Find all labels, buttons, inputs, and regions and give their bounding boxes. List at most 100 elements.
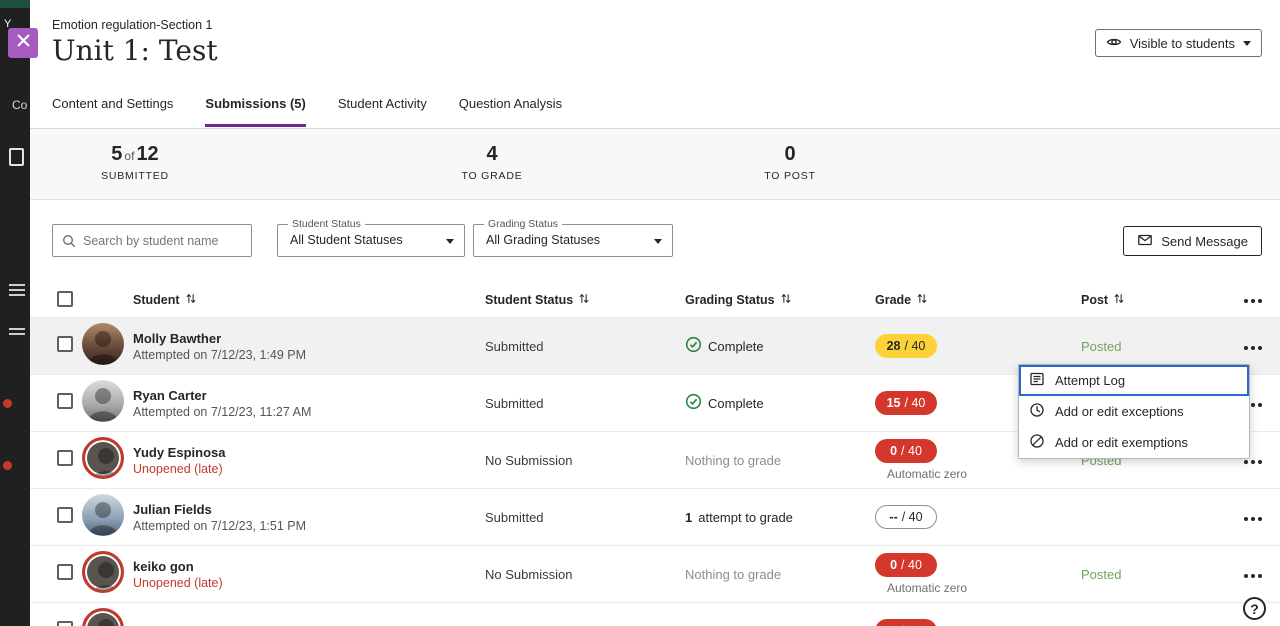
sort-grade[interactable]: Grade — [875, 292, 1075, 308]
student-avatar — [82, 551, 124, 593]
table-row: keiko gonUnopened (late)No SubmissionNot… — [30, 545, 1280, 602]
table-overflow-button[interactable] — [1240, 293, 1266, 309]
tab-content-and-settings[interactable]: Content and Settings — [52, 96, 173, 127]
attempt-info: Attempted on 7/12/23, 11:27 AM — [133, 405, 485, 419]
prohibit-icon — [1029, 433, 1045, 452]
visibility-label: Visible to students — [1130, 36, 1235, 51]
grade-note: Automatic zero — [887, 581, 967, 595]
post-status[interactable]: Posted — [1075, 339, 1230, 354]
sort-student-status[interactable]: Student Status — [485, 292, 685, 308]
student-name[interactable]: Julian Fields — [133, 502, 485, 517]
column-grading-status: Grading Status — [685, 293, 775, 307]
to-grade-label: TO GRADE — [447, 170, 537, 182]
row-checkbox[interactable] — [57, 564, 73, 580]
attempt-info: Unopened (late) — [133, 576, 485, 590]
student-status: No Submission — [485, 567, 685, 582]
student-status-filter[interactable]: Student Status All Student Statuses — [277, 224, 465, 257]
to-post-count: 0 — [784, 143, 795, 165]
assessment-panel: Emotion regulation-Section 1 Unit 1: Tes… — [30, 0, 1280, 626]
student-status: Submitted — [485, 396, 685, 411]
student-name[interactable]: Yudy Espinosa — [133, 445, 485, 460]
attempt-info: Unopened (late) — [133, 462, 485, 476]
close-panel-button[interactable] — [8, 28, 38, 58]
send-message-label: Send Message — [1161, 234, 1248, 249]
student-search — [52, 224, 252, 257]
grade-pill[interactable]: 0/ 40 — [875, 619, 937, 626]
tab-submissions[interactable]: Submissions (5) — [205, 96, 305, 127]
row-overflow-button[interactable] — [1240, 511, 1266, 527]
to-post-label: TO POST — [745, 170, 835, 182]
grading-status: Complete — [685, 393, 875, 413]
envelope-icon — [1137, 232, 1153, 251]
menu-item-exemptions[interactable]: Add or edit exemptions — [1019, 427, 1249, 458]
sort-icon — [578, 292, 590, 308]
row-checkbox[interactable] — [57, 393, 73, 409]
submitted-total: 12 — [136, 143, 158, 165]
grade-note: Automatic zero — [887, 467, 967, 481]
rail-top-fragment — [0, 0, 30, 8]
tab-student-activity[interactable]: Student Activity — [338, 96, 427, 127]
help-button[interactable]: ? — [1243, 597, 1266, 620]
tab-question-analysis[interactable]: Question Analysis — [459, 96, 562, 127]
post-status[interactable]: Posted — [1075, 567, 1230, 582]
grade-pill[interactable]: 0/ 40 — [875, 553, 937, 577]
row-checkbox[interactable] — [57, 621, 73, 626]
student-avatar — [82, 437, 124, 479]
attempt-info: Attempted on 7/12/23, 1:49 PM — [133, 348, 485, 362]
row-checkbox[interactable] — [57, 336, 73, 352]
rail-notification-dot — [3, 461, 12, 470]
grading-status: 1 attempt to grade — [685, 510, 875, 525]
page: Y Co Emotion regulation-Section 1 Unit 1… — [0, 0, 1280, 626]
column-student-status: Student Status — [485, 293, 573, 307]
search-input[interactable] — [53, 225, 251, 256]
student-name[interactable]: Molly Bawther — [133, 331, 485, 346]
student-status: Submitted — [485, 510, 685, 525]
grade-pill[interactable]: --/ 40 — [875, 505, 937, 529]
rail-text-fragment: Co — [12, 98, 27, 112]
menu-item-attempt-log[interactable]: Attempt Log — [1019, 365, 1249, 396]
grade-pill[interactable]: 0/ 40 — [875, 439, 937, 463]
stat-to-post: 0 TO POST — [745, 143, 835, 182]
grading-status-filter-label: Grading Status — [484, 218, 562, 230]
rail-notification-dot — [3, 399, 12, 408]
student-status-filter-label: Student Status — [288, 218, 365, 230]
submission-stats-band: 5of12 SUBMITTED 4 TO GRADE 0 TO POST — [30, 129, 1280, 200]
tab-bar: Content and Settings Submissions (5) Stu… — [52, 96, 562, 127]
clock-icon — [1029, 402, 1045, 421]
student-avatar — [82, 323, 124, 365]
attempt-info: Attempted on 7/12/23, 1:51 PM — [133, 519, 485, 533]
menu-item-label: Attempt Log — [1055, 373, 1125, 388]
row-overflow-button[interactable] — [1240, 568, 1266, 584]
menu-item-exceptions[interactable]: Add or edit exceptions — [1019, 396, 1249, 427]
select-all-checkbox[interactable] — [57, 291, 73, 307]
send-message-button[interactable]: Send Message — [1123, 226, 1262, 256]
menu-item-label: Add or edit exceptions — [1055, 404, 1184, 419]
rail-book-icon — [9, 148, 24, 166]
sort-post[interactable]: Post — [1075, 292, 1230, 308]
grading-status-filter[interactable]: Grading Status All Grading Statuses — [473, 224, 673, 257]
grading-status: Complete — [685, 336, 875, 356]
stat-to-grade: 4 TO GRADE — [447, 143, 537, 182]
sort-grading-status[interactable]: Grading Status — [685, 292, 875, 308]
row-checkbox[interactable] — [57, 450, 73, 466]
grade-pill[interactable]: 15/ 40 — [875, 391, 937, 415]
student-status: Submitted — [485, 339, 685, 354]
grade-pill[interactable]: 28/ 40 — [875, 334, 937, 358]
check-circle-icon — [685, 393, 702, 413]
column-student: Student — [133, 293, 180, 307]
row-overflow-button[interactable] — [1240, 340, 1266, 356]
attempt-log-icon — [1029, 371, 1045, 390]
row-checkbox[interactable] — [57, 507, 73, 523]
student-name[interactable]: keiko gon — [133, 559, 485, 574]
student-avatar — [82, 380, 124, 422]
stat-submitted: 5of12 SUBMITTED — [90, 143, 180, 182]
chevron-down-icon — [446, 239, 454, 244]
sort-student[interactable]: Student — [133, 292, 485, 308]
table-row: 0/ 40 — [30, 602, 1280, 626]
menu-item-label: Add or edit exemptions — [1055, 435, 1188, 450]
student-name[interactable]: Ryan Carter — [133, 388, 485, 403]
table-row: Julian Fields Attempted on 7/12/23, 1:51 … — [30, 488, 1280, 545]
page-title: Unit 1: Test — [52, 34, 218, 67]
to-grade-count: 4 — [486, 143, 497, 165]
visibility-dropdown-button[interactable]: Visible to students — [1095, 29, 1262, 57]
